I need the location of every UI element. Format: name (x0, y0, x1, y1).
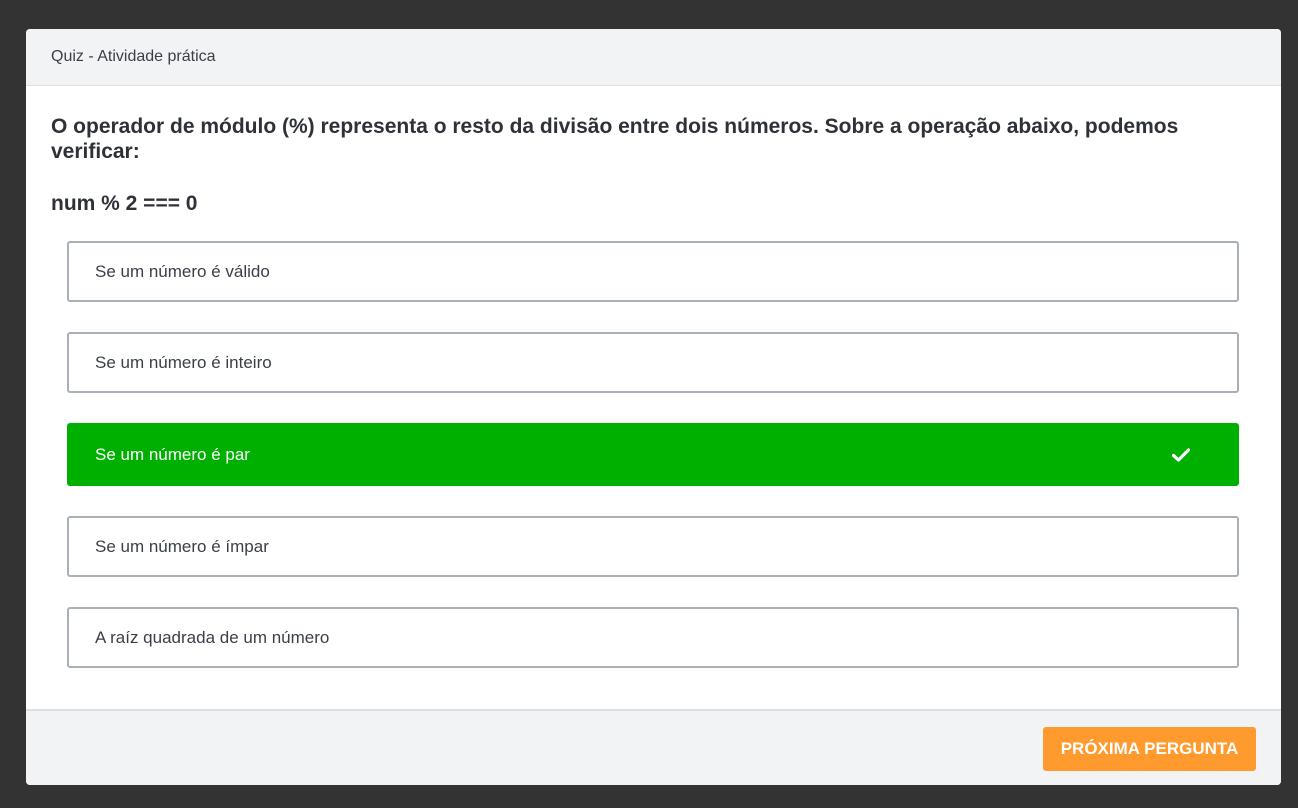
option-1[interactable]: Se um número é válido (67, 241, 1239, 302)
option-2[interactable]: Se um número é inteiro (67, 332, 1239, 393)
option-label: A raíz quadrada de um número (95, 627, 330, 647)
question-text: O operador de módulo (%) representa o re… (51, 115, 1179, 163)
option-label: Se um número é inteiro (95, 352, 272, 372)
option-4[interactable]: Se um número é ímpar (67, 516, 1239, 577)
check-icon (1172, 447, 1190, 462)
answer-options: Se um número é válido Se um número é int… (67, 241, 1239, 698)
next-question-button[interactable]: PRÓXIMA PERGUNTA (1043, 727, 1256, 771)
question-code: num % 2 === 0 (51, 192, 198, 215)
option-3-selected[interactable]: Se um número é par (67, 423, 1239, 486)
option-label: Se um número é ímpar (95, 536, 269, 556)
option-5[interactable]: A raíz quadrada de um número (67, 607, 1239, 668)
modal-title: Quiz - Atividade prática (51, 48, 216, 65)
option-label: Se um número é válido (95, 261, 270, 281)
modal-footer: PRÓXIMA PERGUNTA (26, 709, 1281, 785)
modal-header: Quiz - Atividade prática (26, 29, 1281, 86)
quiz-modal: Quiz - Atividade prática O operador de m… (26, 29, 1281, 785)
modal-body: O operador de módulo (%) representa o re… (26, 86, 1281, 216)
option-label: Se um número é par (95, 444, 250, 464)
